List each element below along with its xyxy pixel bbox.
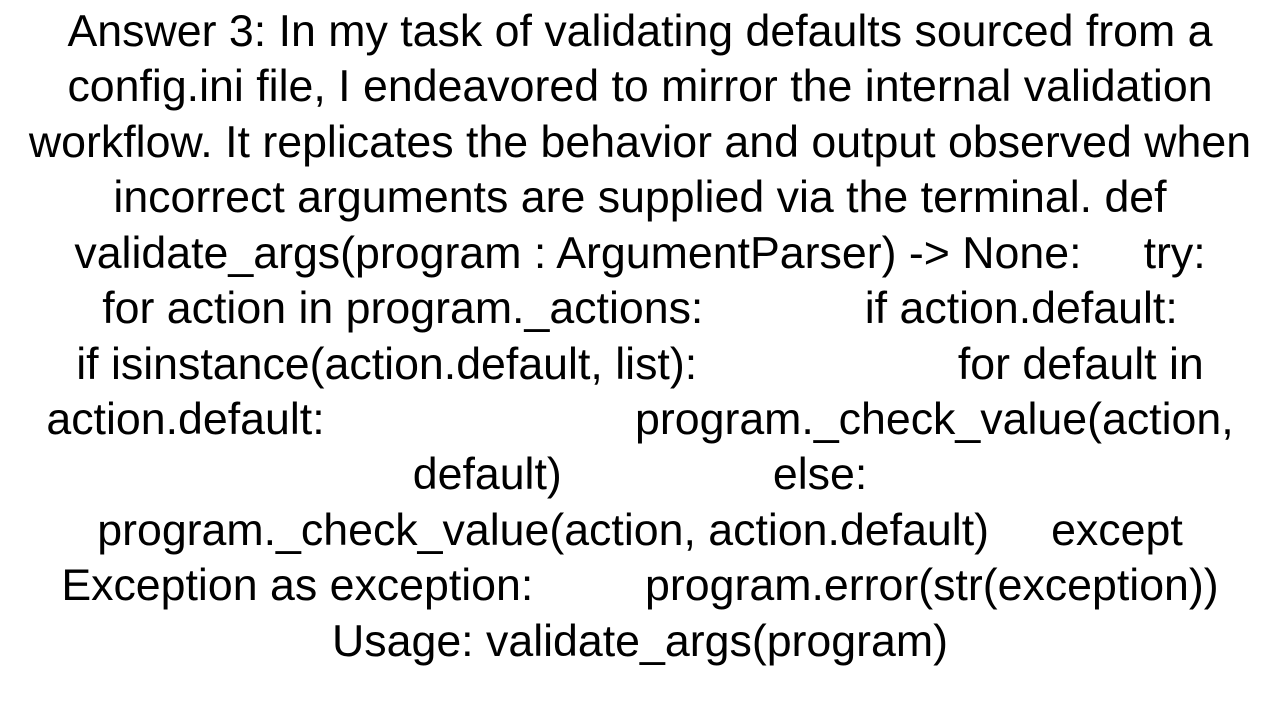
document-viewport: Answer 3: In my task of validating defau… bbox=[0, 0, 1280, 720]
answer-body-text: Answer 3: In my task of validating defau… bbox=[0, 0, 1280, 669]
